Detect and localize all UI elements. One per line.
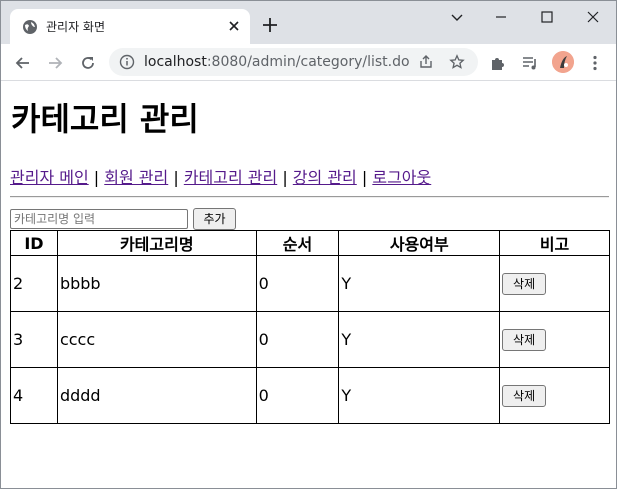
info-icon[interactable] bbox=[119, 54, 135, 70]
kebab-menu-icon[interactable] bbox=[585, 53, 605, 73]
nav-link-member-management[interactable]: 회원 관리 bbox=[104, 168, 168, 187]
forward-arrow-icon[interactable] bbox=[45, 53, 65, 73]
share-icon[interactable] bbox=[418, 54, 434, 70]
delete-button[interactable]: 삭제 bbox=[502, 384, 547, 407]
url-host: localhost bbox=[144, 54, 207, 70]
maximize-icon[interactable] bbox=[537, 7, 557, 27]
nav-separator: | bbox=[93, 168, 100, 187]
nav-separator: | bbox=[361, 168, 368, 187]
nav-link-logout[interactable]: 로그아웃 bbox=[372, 168, 431, 187]
browser-window: 관리자 화면 localhost:8080/admin/category/lis… bbox=[0, 0, 617, 489]
delete-button[interactable]: 삭제 bbox=[502, 328, 547, 351]
cell-category-name: cccc bbox=[56, 311, 257, 368]
nav-separator: | bbox=[173, 168, 179, 187]
nav-link-category-management[interactable]: 카테고리 관리 bbox=[184, 168, 277, 187]
url-text: localhost:8080/admin/category/list.do bbox=[144, 54, 410, 70]
divider bbox=[10, 196, 609, 198]
cell-id: 2 bbox=[10, 255, 58, 312]
column-header-category-name: 카테고리명 bbox=[56, 230, 257, 256]
cell-remarks: 삭제 bbox=[499, 367, 610, 424]
plus-icon[interactable] bbox=[261, 16, 279, 34]
page-content: 카테고리 관리 관리자 메인 | 회원 관리 | 카테고리 관리 | 강의 관리… bbox=[2, 82, 616, 488]
add-button[interactable]: 추가 bbox=[193, 208, 236, 230]
tab-title: 관리자 화면 bbox=[46, 20, 106, 34]
back-arrow-icon[interactable] bbox=[13, 53, 33, 73]
media-queue-icon[interactable] bbox=[520, 53, 540, 73]
globe-icon bbox=[23, 20, 37, 34]
cell-order: 0 bbox=[255, 255, 340, 312]
cell-use-yn: Y bbox=[338, 367, 501, 424]
column-header-id: ID bbox=[10, 230, 58, 256]
browser-toolbar: localhost:8080/admin/category/list.do bbox=[1, 44, 616, 81]
address-bar[interactable]: localhost:8080/admin/category/list.do bbox=[109, 48, 478, 76]
avatar-image bbox=[552, 51, 574, 73]
nav-link-course-management[interactable]: 강의 관리 bbox=[293, 168, 357, 187]
nav-link-admin-main[interactable]: 관리자 메인 bbox=[10, 168, 89, 187]
column-header-use-yn: 사용여부 bbox=[338, 230, 501, 256]
cell-id: 4 bbox=[10, 367, 58, 424]
minimize-icon[interactable] bbox=[491, 7, 511, 27]
window-close-icon[interactable] bbox=[583, 7, 603, 27]
star-icon[interactable] bbox=[449, 54, 465, 70]
cell-order: 0 bbox=[255, 311, 340, 368]
cell-use-yn: Y bbox=[338, 311, 501, 368]
cell-use-yn: Y bbox=[338, 255, 501, 312]
category-table: ID 카테고리명 순서 사용여부 비고 2 bbbb 0 Y 삭제 3 cccc bbox=[10, 230, 610, 424]
page-title: 카테고리 관리 bbox=[11, 100, 199, 138]
nav-separator: | bbox=[282, 168, 288, 187]
tab-strip: 관리자 화면 bbox=[1, 1, 616, 44]
puzzle-icon[interactable] bbox=[488, 53, 508, 73]
cell-category-name: bbbb bbox=[56, 255, 257, 312]
chevron-down-icon[interactable] bbox=[447, 7, 467, 27]
column-header-remarks: 비고 bbox=[499, 230, 610, 256]
close-icon[interactable] bbox=[226, 18, 242, 34]
cell-id: 3 bbox=[10, 311, 58, 368]
cell-order: 0 bbox=[255, 367, 340, 424]
category-name-input[interactable] bbox=[10, 209, 188, 229]
table-row: 4 dddd 0 Y 삭제 bbox=[10, 367, 610, 424]
url-path: /admin/category/list.do bbox=[247, 54, 410, 70]
cell-remarks: 삭제 bbox=[499, 255, 610, 312]
admin-nav: 관리자 메인 | 회원 관리 | 카테고리 관리 | 강의 관리 | 로그아웃 bbox=[10, 167, 431, 189]
cell-category-name: dddd bbox=[56, 367, 257, 424]
column-header-order: 순서 bbox=[255, 230, 340, 256]
table-header-row: ID 카테고리명 순서 사용여부 비고 bbox=[10, 230, 610, 256]
browser-tab[interactable]: 관리자 화면 bbox=[10, 9, 250, 44]
avatar[interactable] bbox=[552, 51, 574, 73]
url-port: :8080 bbox=[206, 54, 248, 70]
table-row: 3 cccc 0 Y 삭제 bbox=[10, 311, 610, 368]
delete-button[interactable]: 삭제 bbox=[502, 272, 547, 295]
table-row: 2 bbbb 0 Y 삭제 bbox=[10, 255, 610, 312]
cell-remarks: 삭제 bbox=[499, 311, 610, 368]
reload-icon[interactable] bbox=[78, 53, 98, 73]
